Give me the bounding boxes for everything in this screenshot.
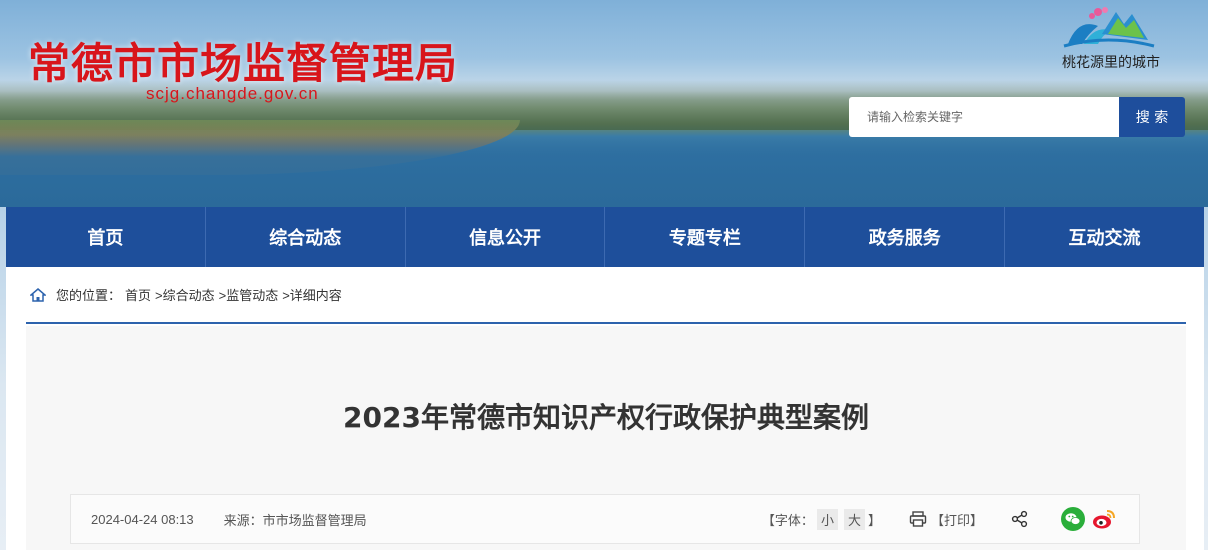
article-source: 来源：市市场监督管理局 (223, 512, 367, 528)
nav-item-gov-services[interactable]: 政务服务 (805, 207, 1006, 267)
main-nav: 首页 综合动态 信息公开 专题专栏 政务服务 互动交流 (6, 207, 1204, 267)
font-size-label: 【字体： (761, 512, 814, 528)
search-input[interactable] (849, 97, 1119, 137)
weibo-icon[interactable] (1091, 507, 1117, 531)
print-label: 【打印】 (930, 512, 983, 528)
search-box: 搜 索 (849, 97, 1185, 137)
article-date: 2024-04-24 08:13 (91, 511, 194, 527)
site-title[interactable]: 常德市市场监督管理局 (28, 30, 458, 91)
article-title: 2023年常德市知识产权行政保护典型案例 (343, 401, 869, 434)
city-logo-icon (1063, 7, 1155, 48)
city-slogan: 桃花源里的城市 (1062, 55, 1160, 71)
font-large-button[interactable]: 大 (843, 508, 865, 530)
banner-lake (0, 135, 1208, 207)
search-button[interactable]: 搜 索 (1119, 97, 1185, 137)
content-panel: 您的位置： 首页 >综合动态 >监管动态 >详细内容 2023年常德市知识产权行… (6, 267, 1204, 550)
breadcrumb-supervision[interactable]: >监管动态 (219, 285, 279, 304)
article: 2023年常德市知识产权行政保护典型案例 2024-04-24 08:13 来源… (26, 326, 1186, 550)
site-domain: scjg.changde.gov.cn (146, 84, 319, 103)
article-meta-bar: 2024-04-24 08:13 来源：市市场监督管理局 【字体： 小 大 】 … (70, 494, 1140, 544)
nav-item-interaction[interactable]: 互动交流 (1005, 207, 1204, 267)
breadcrumb-news[interactable]: >综合动态 (155, 285, 215, 304)
header-banner: 常德市市场监督管理局 scjg.changde.gov.cn 桃花源里的城市 搜… (0, 0, 1208, 207)
nav-item-home[interactable]: 首页 (6, 207, 206, 267)
breadcrumb-prefix: 您的位置： (56, 288, 122, 303)
city-logo: 桃花源里的城市 (1040, 4, 1180, 74)
font-size-control: 【字体： 小 大 】 (761, 508, 881, 530)
font-small-button[interactable]: 小 (816, 508, 838, 530)
font-size-close: 】 (867, 512, 881, 528)
share-icon[interactable] (1011, 510, 1029, 528)
nav-item-special-topics[interactable]: 专题专栏 (605, 207, 806, 267)
wechat-icon[interactable] (1061, 507, 1085, 531)
nav-item-news[interactable]: 综合动态 (206, 207, 406, 267)
breadcrumb-current: >详细内容 (282, 288, 342, 303)
printer-icon (909, 511, 927, 527)
home-icon (30, 287, 46, 302)
breadcrumb-home[interactable]: 首页 (125, 285, 151, 304)
print-button[interactable]: 【打印】 (909, 510, 983, 529)
breadcrumb: 您的位置： 首页 >综合动态 >监管动态 >详细内容 (26, 267, 1186, 324)
nav-item-info-disclosure[interactable]: 信息公开 (406, 207, 606, 267)
